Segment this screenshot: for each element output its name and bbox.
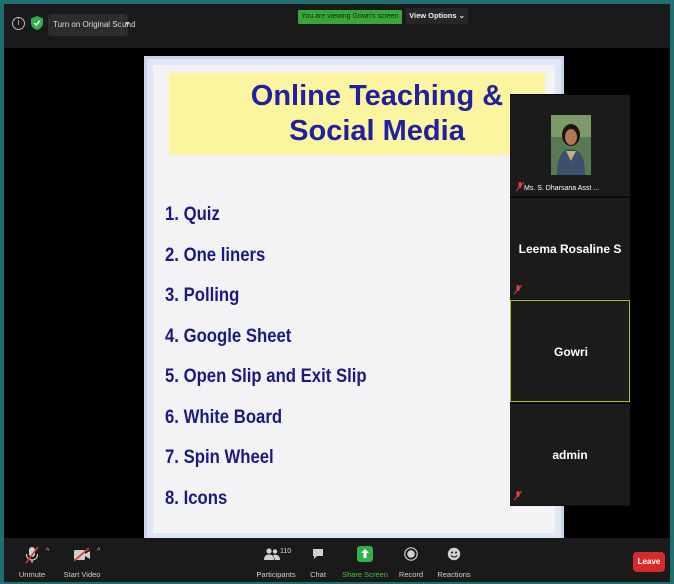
- slide-title: Online Teaching & Social Media: [169, 73, 545, 155]
- reactions-button[interactable]: Reactions: [436, 540, 472, 584]
- mic-muted-icon: [514, 285, 522, 295]
- chat-label: Chat: [310, 570, 326, 579]
- slide-list-item: 6. White Board: [165, 406, 283, 428]
- slide-list-item: 8. Icons: [165, 487, 228, 509]
- microphone-muted-icon: [25, 546, 39, 564]
- leave-button[interactable]: Leave: [633, 552, 665, 572]
- mic-muted-icon: [516, 182, 524, 192]
- record-button[interactable]: Record: [396, 540, 426, 584]
- share-screen-icon: [357, 546, 373, 562]
- participant-tile-active-speaker[interactable]: Gowri: [510, 300, 630, 402]
- participant-gallery: Ms. S. Dharsana Asst ... Leema Rosaline …: [510, 94, 630, 506]
- participants-label: Participants: [256, 570, 296, 579]
- unmute-label: Unmute: [18, 570, 46, 579]
- share-screen-button[interactable]: Share Screen: [342, 540, 388, 584]
- participant-name: Gowri: [553, 345, 588, 359]
- share-screen-label: Share Screen: [342, 570, 388, 579]
- participant-video-thumbnail: [551, 115, 591, 175]
- video-camera-off-icon: [73, 548, 90, 562]
- meeting-window: i Turn on Original Sound ▼ You are viewi…: [4, 4, 670, 582]
- chat-bubble-icon: [313, 549, 323, 559]
- info-icon[interactable]: i: [12, 17, 25, 30]
- record-label: Record: [398, 570, 424, 579]
- participant-name: Ms. S. Dharsana Asst ...: [524, 185, 600, 192]
- chat-button[interactable]: Chat: [306, 540, 330, 584]
- slide-list-item: 1. Quiz: [165, 204, 220, 225]
- participant-tile[interactable]: Ms. S. Dharsana Asst ...: [510, 94, 630, 196]
- participant-name: admin: [552, 448, 588, 462]
- slide-list: 1. Quiz 2. One liners 3. Polling 4. Goog…: [165, 195, 394, 519]
- start-video-button[interactable]: Start Video: [60, 540, 104, 584]
- slide-list-item: 2. One liners: [165, 244, 266, 266]
- viewing-screen-badge: You are viewing Gowri's screen: [298, 10, 402, 24]
- audio-options-chevron-icon[interactable]: ^: [46, 548, 49, 555]
- participant-tile[interactable]: Leema Rosaline S: [510, 197, 630, 299]
- shield-icon[interactable]: [31, 16, 43, 30]
- original-sound-button[interactable]: Turn on Original Sound: [48, 14, 135, 36]
- slide-title-line2: Social Media: [289, 115, 465, 147]
- slide-list-item: 5. Open Slip and Exit Slip: [165, 366, 367, 387]
- original-sound-dropdown-icon[interactable]: ▼: [121, 14, 133, 36]
- video-options-chevron-icon[interactable]: ^: [97, 548, 100, 555]
- slide-list-item: 7. Spin Wheel: [165, 447, 274, 468]
- participants-icon: [264, 548, 280, 560]
- slide-list-item: 3. Polling: [165, 285, 240, 306]
- participants-count: 110: [280, 548, 292, 555]
- slide-list-item: 4. Google Sheet: [165, 325, 292, 347]
- unmute-button[interactable]: Unmute: [14, 540, 50, 584]
- participants-button[interactable]: 110 Participants: [254, 540, 298, 584]
- top-bar: i Turn on Original Sound ▼ You are viewi…: [4, 4, 670, 48]
- reactions-label: Reactions: [437, 570, 471, 579]
- reactions-smiley-icon: [447, 547, 461, 561]
- record-icon: [404, 547, 418, 561]
- participant-name: Leema Rosaline S: [518, 242, 622, 256]
- participant-tile[interactable]: admin: [510, 403, 630, 505]
- mic-muted-icon: [514, 491, 522, 501]
- start-video-label: Start Video: [63, 570, 101, 579]
- slide-title-line1: Online Teaching &: [250, 80, 504, 112]
- view-options-button[interactable]: View Options ⌄: [406, 8, 468, 24]
- meeting-toolbar: Unmute ^ Start Video ^ 110 Participants: [4, 538, 670, 582]
- presentation-slide: Online Teaching & Social Media 1. Quiz 2…: [144, 56, 564, 542]
